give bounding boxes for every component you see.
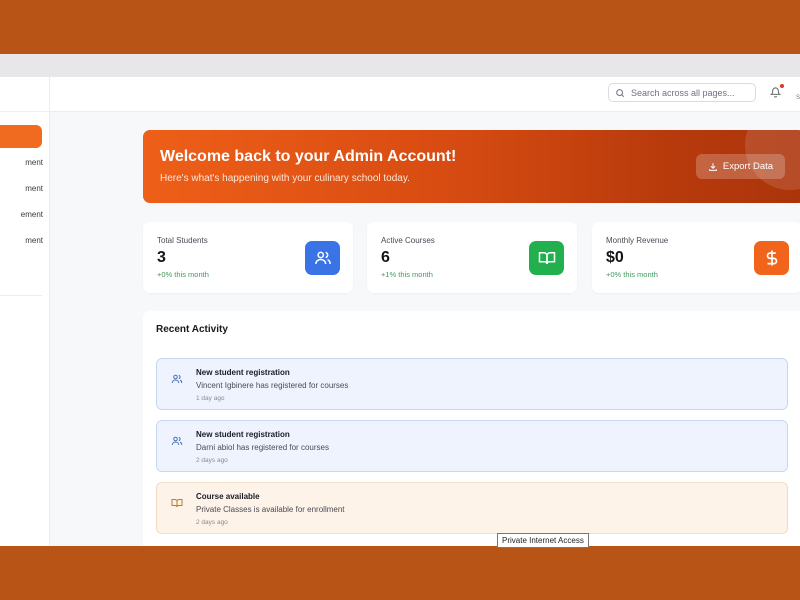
download-icon [709,162,717,171]
browser-chrome-strip [0,54,800,78]
activity-item[interactable]: New student registration Vincent Igbiner… [156,358,788,410]
stat-value: $0 [606,249,624,266]
search-box[interactable] [608,83,756,102]
welcome-banner: Welcome back to your Admin Account! Here… [143,130,800,203]
stat-change: +1% this month [381,270,433,279]
tooltip: Private Internet Access [497,533,589,548]
notification-dot [780,84,784,88]
stat-change: +0% this month [157,270,209,279]
activity-item[interactable]: New student registration Darni abiol has… [156,420,788,472]
app-window: ment ment ement ment S Welcome back to y… [0,54,800,546]
stat-label: Total Students [157,236,208,245]
activity-description: Darni abiol has registered for courses [196,443,329,452]
activity-time: 1 day ago [196,395,225,402]
sidebar-item-active[interactable] [0,125,42,148]
sidebar-item-label[interactable]: ement [21,210,43,219]
sidebar-item-label[interactable]: ment [25,236,43,245]
stat-value: 3 [157,249,166,266]
export-data-button[interactable]: Export Data [696,154,785,179]
stat-card-active-courses: Active Courses 6 +1% this month [367,222,577,293]
stat-icon-box [529,241,564,275]
banner-title: Welcome back to your Admin Account! [160,148,457,165]
sidebar-item-label[interactable]: ment [25,158,43,167]
activity-description: Private Classes is available for enrollm… [196,505,345,514]
activity-title: New student registration [196,368,290,377]
sidebar-divider [0,295,42,296]
stat-label: Active Courses [381,236,435,245]
search-input[interactable] [629,86,753,99]
sidebar-item-label[interactable]: ment [25,184,43,193]
recent-activity-panel: Recent Activity New student registration… [143,311,800,546]
activity-item[interactable]: Course available Private Classes is avai… [156,482,788,534]
activity-time: 2 days ago [196,519,228,526]
dollar-icon [766,250,777,266]
sidebar-divider [0,111,49,112]
stat-icon-box [754,241,789,275]
book-icon [538,252,555,265]
user-avatar-initial[interactable]: S [796,95,800,101]
book-icon [171,499,183,508]
stat-change: +0% this month [606,270,658,279]
activity-title: New student registration [196,430,290,439]
stat-label: Monthly Revenue [606,236,669,245]
users-icon [314,251,331,265]
stat-card-total-students: Total Students 3 +0% this month [143,222,353,293]
stat-card-monthly-revenue: Monthly Revenue $0 +0% this month [592,222,800,293]
users-icon [171,374,183,384]
bell-icon[interactable] [770,86,781,98]
recent-activity-title: Recent Activity [156,324,228,335]
export-data-label: Export Data [722,161,774,172]
top-bar: S [50,77,800,112]
banner-subtitle: Here's what's happening with your culina… [160,173,410,184]
stat-icon-box [305,241,340,275]
users-icon [171,436,183,446]
activity-description: Vincent Igbinere has registered for cour… [196,381,349,390]
activity-title: Course available [196,492,260,501]
activity-time: 2 days ago [196,457,228,464]
sidebar: ment ment ement ment [0,77,50,546]
stat-value: 6 [381,249,390,266]
search-icon [616,88,625,97]
